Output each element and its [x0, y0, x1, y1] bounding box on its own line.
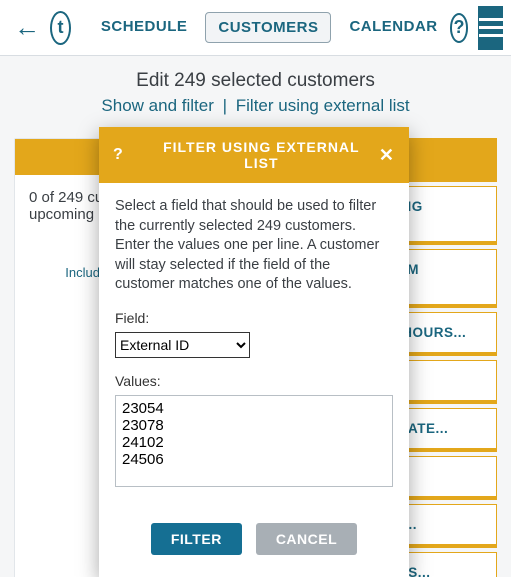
field-label: Field:: [115, 309, 393, 328]
filter-button[interactable]: FILTER: [151, 523, 242, 555]
menu-icon[interactable]: [478, 6, 503, 50]
back-arrow-icon[interactable]: ←: [8, 12, 46, 43]
modal-title: FILTER USING EXTERNAL LIST: [144, 139, 379, 171]
modal-description: Select a field that should be used to fi…: [115, 197, 393, 295]
link-separator: |: [219, 96, 231, 115]
nav-schedule[interactable]: SCHEDULE: [89, 12, 200, 43]
page-title: Edit 249 selected customers: [14, 70, 497, 92]
field-select[interactable]: External ID: [115, 332, 250, 358]
close-icon[interactable]: ✕: [379, 145, 395, 166]
modal-help-icon[interactable]: ?: [113, 146, 124, 164]
app-logo[interactable]: t: [50, 11, 71, 45]
filter-external-modal: ? FILTER USING EXTERNAL LIST ✕ Select a …: [99, 127, 409, 577]
help-icon[interactable]: ?: [450, 13, 469, 43]
link-filter-external[interactable]: Filter using external list: [236, 96, 410, 115]
cancel-button[interactable]: CANCEL: [256, 523, 357, 555]
values-textarea[interactable]: [115, 395, 393, 487]
link-show-filter[interactable]: Show and filter: [101, 96, 213, 115]
values-label: Values:: [115, 372, 393, 391]
nav-calendar[interactable]: CALENDAR: [337, 12, 449, 43]
nav-customers[interactable]: CUSTOMERS: [205, 12, 331, 43]
